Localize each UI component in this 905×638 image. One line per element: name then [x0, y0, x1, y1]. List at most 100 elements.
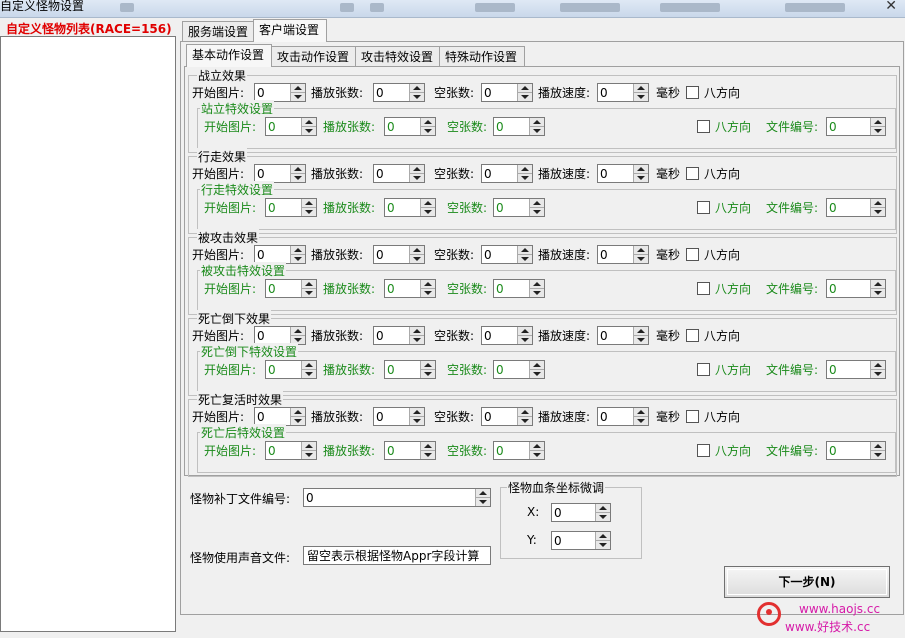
frames-spinner[interactable]: 0 — [373, 164, 425, 183]
arrow-up-icon[interactable] — [637, 410, 645, 414]
arrow-down-icon[interactable] — [305, 129, 313, 133]
monster-listbox[interactable] — [0, 36, 176, 632]
arrow-down-icon[interactable] — [521, 257, 529, 261]
arrow-up-icon[interactable] — [413, 86, 421, 90]
eight-direction-checkbox[interactable] — [686, 86, 699, 99]
arrow-up-icon[interactable] — [305, 363, 313, 367]
arrow-up-icon[interactable] — [413, 167, 421, 171]
arrow-up-icon[interactable] — [533, 282, 541, 286]
arrow-up-icon[interactable] — [637, 167, 645, 171]
arrow-up-icon[interactable] — [874, 444, 882, 448]
arrow-up-icon[interactable] — [533, 201, 541, 205]
arrow-down-icon[interactable] — [521, 95, 529, 99]
arrow-down-icon[interactable] — [637, 176, 645, 180]
arrow-up-icon[interactable] — [637, 86, 645, 90]
arrow-down-icon[interactable] — [413, 257, 421, 261]
fx-empty-frames-spinner[interactable]: 0 — [493, 279, 545, 298]
arrow-down-icon[interactable] — [413, 338, 421, 342]
tab-client-settings[interactable]: 客户端设置 — [253, 19, 327, 42]
spinner-arrows[interactable] — [870, 199, 885, 216]
play-speed-spinner[interactable]: 0 — [597, 326, 649, 345]
tab-attack-actions[interactable]: 攻击动作设置 — [271, 46, 357, 67]
fx-start-image-spinner[interactable]: 0 — [265, 117, 317, 136]
spinner-arrows[interactable] — [301, 280, 316, 297]
fx-eight-direction-checkbox[interactable] — [697, 282, 710, 295]
arrow-down-icon[interactable] — [294, 419, 302, 423]
frames-spinner[interactable]: 0 — [373, 83, 425, 102]
spinner-arrows[interactable] — [517, 165, 532, 182]
spinner-arrows[interactable] — [529, 280, 544, 297]
spinner-arrows[interactable] — [633, 327, 648, 344]
spinner-arrows[interactable] — [517, 408, 532, 425]
spinner-arrows[interactable] — [633, 165, 648, 182]
arrow-up-icon[interactable] — [294, 248, 302, 252]
spinner-arrows[interactable] — [475, 489, 490, 506]
spinner-arrows[interactable] — [301, 442, 316, 459]
arrow-up-icon[interactable] — [294, 86, 302, 90]
spinner-arrows[interactable] — [870, 118, 885, 135]
arrow-up-icon[interactable] — [413, 329, 421, 333]
arrow-down-icon[interactable] — [521, 338, 529, 342]
arrow-up-icon[interactable] — [521, 86, 529, 90]
spinner-arrows[interactable] — [633, 84, 648, 101]
fx-start-image-spinner[interactable]: 0 — [265, 198, 317, 217]
arrow-up-icon[interactable] — [521, 329, 529, 333]
spinner-arrows[interactable] — [517, 246, 532, 263]
tab-special-actions[interactable]: 特殊动作设置 — [439, 46, 525, 67]
close-icon[interactable]: ✕ — [885, 0, 897, 14]
arrow-up-icon[interactable] — [424, 201, 432, 205]
spinner-arrows[interactable] — [301, 118, 316, 135]
arrow-up-icon[interactable] — [294, 167, 302, 171]
arrow-down-icon[interactable] — [599, 515, 607, 519]
frames-spinner[interactable]: 0 — [373, 245, 425, 264]
spinner-arrows[interactable] — [633, 408, 648, 425]
arrow-down-icon[interactable] — [424, 453, 432, 457]
spinner-arrows[interactable] — [529, 361, 544, 378]
fx-start-image-spinner[interactable]: 0 — [265, 279, 317, 298]
fx-empty-frames-spinner[interactable]: 0 — [493, 117, 545, 136]
spinner-arrows[interactable] — [290, 327, 305, 344]
spinner-arrows[interactable] — [870, 442, 885, 459]
arrow-down-icon[interactable] — [521, 419, 529, 423]
arrow-down-icon[interactable] — [637, 419, 645, 423]
arrow-down-icon[interactable] — [599, 543, 607, 547]
next-button[interactable]: 下一步(N) — [724, 566, 890, 598]
arrow-up-icon[interactable] — [637, 329, 645, 333]
arrow-down-icon[interactable] — [874, 372, 882, 376]
frames-spinner[interactable]: 0 — [373, 326, 425, 345]
play-speed-spinner[interactable]: 0 — [597, 245, 649, 264]
file-number-spinner[interactable]: 0 — [826, 360, 886, 379]
arrow-up-icon[interactable] — [424, 444, 432, 448]
spinner-arrows[interactable] — [595, 504, 610, 521]
arrow-down-icon[interactable] — [294, 95, 302, 99]
arrow-down-icon[interactable] — [637, 338, 645, 342]
file-number-spinner[interactable]: 0 — [826, 279, 886, 298]
file-number-spinner[interactable]: 0 — [826, 198, 886, 217]
spinner-arrows[interactable] — [409, 408, 424, 425]
arrow-down-icon[interactable] — [533, 453, 541, 457]
arrow-down-icon[interactable] — [294, 338, 302, 342]
arrow-up-icon[interactable] — [521, 410, 529, 414]
arrow-up-icon[interactable] — [305, 282, 313, 286]
arrow-down-icon[interactable] — [874, 129, 882, 133]
spinner-arrows[interactable] — [409, 327, 424, 344]
x-offset-spinner[interactable]: 0 — [551, 503, 611, 522]
spinner-arrows[interactable] — [529, 118, 544, 135]
sound-file-input[interactable]: 留空表示根据怪物Appr字段计算 — [303, 546, 491, 565]
eight-direction-checkbox[interactable] — [686, 410, 699, 423]
arrow-down-icon[interactable] — [533, 372, 541, 376]
arrow-down-icon[interactable] — [294, 176, 302, 180]
arrow-up-icon[interactable] — [479, 491, 487, 495]
spinner-arrows[interactable] — [420, 280, 435, 297]
arrow-down-icon[interactable] — [874, 210, 882, 214]
spinner-arrows[interactable] — [633, 246, 648, 263]
spinner-arrows[interactable] — [409, 84, 424, 101]
tab-attack-effects[interactable]: 攻击特效设置 — [355, 46, 441, 67]
spinner-arrows[interactable] — [420, 361, 435, 378]
arrow-down-icon[interactable] — [533, 210, 541, 214]
arrow-up-icon[interactable] — [294, 410, 302, 414]
fx-eight-direction-checkbox[interactable] — [697, 363, 710, 376]
arrow-down-icon[interactable] — [305, 372, 313, 376]
spinner-arrows[interactable] — [870, 361, 885, 378]
play-speed-spinner[interactable]: 0 — [597, 164, 649, 183]
